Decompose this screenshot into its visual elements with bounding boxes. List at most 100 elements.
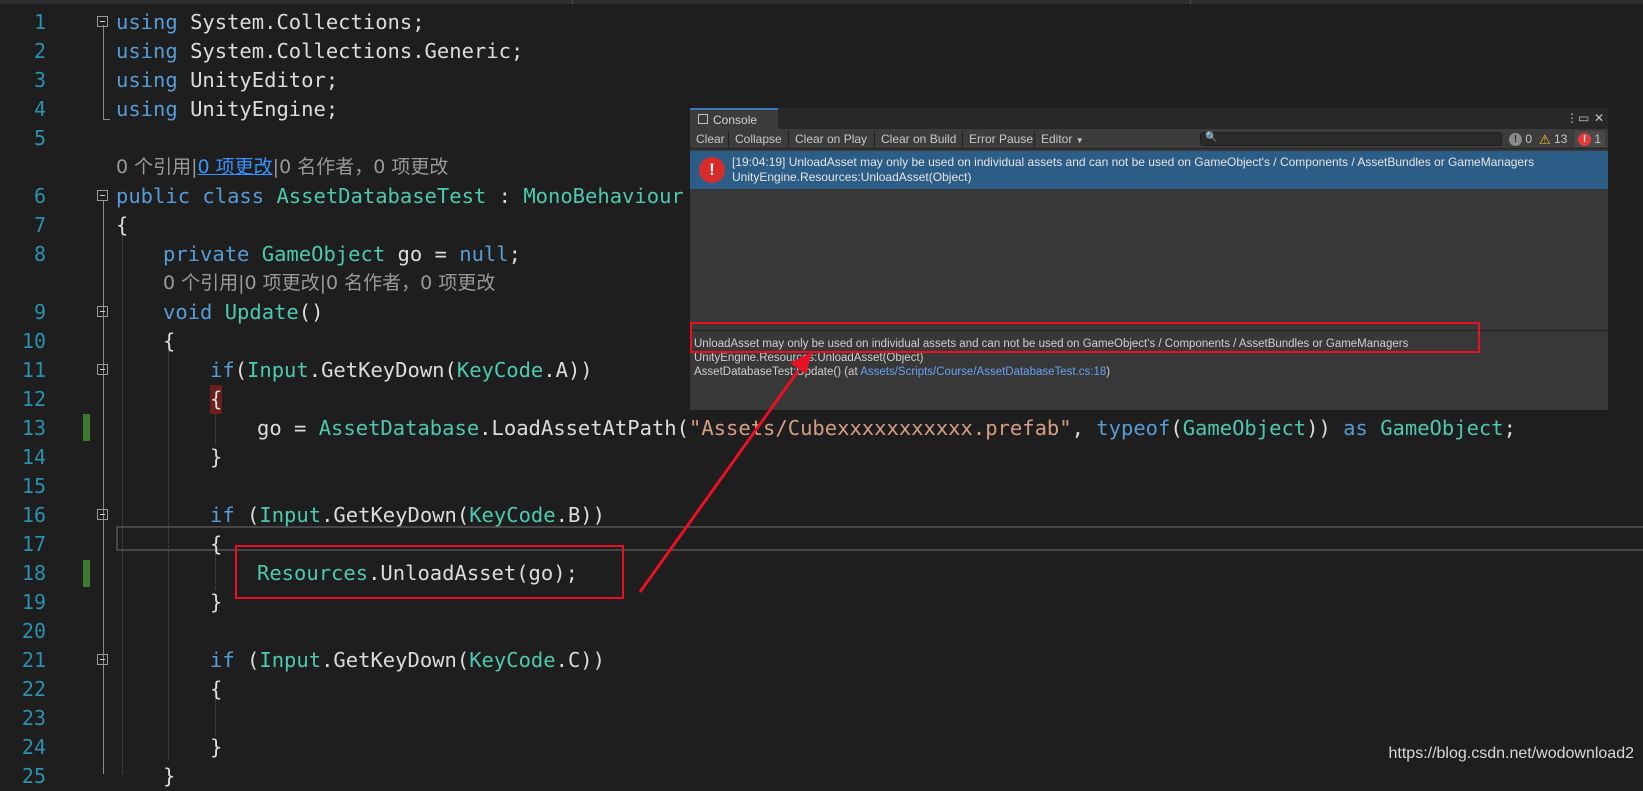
code-line: 23 (0, 704, 1643, 733)
code-text: { (163, 329, 176, 353)
maximize-icon[interactable]: ▭ (1578, 111, 1589, 125)
toolbar-separator (962, 131, 963, 147)
line-number: 20 (21, 619, 46, 643)
type-name: KeyCode (469, 503, 556, 527)
line-number: 9 (33, 300, 46, 324)
tab-console[interactable]: Console (690, 108, 778, 129)
warning-count: 13 (1554, 132, 1568, 146)
collapse-button[interactable]: Collapse (735, 132, 782, 146)
info-count-toggle[interactable]: ! 0 (1509, 131, 1532, 147)
comma: , (1071, 416, 1097, 440)
fold-collapse-icon[interactable] (97, 16, 108, 27)
paren: ( (1170, 416, 1183, 440)
warning-count-toggle[interactable]: ⚠ 13 (1539, 131, 1567, 147)
keyword: as (1343, 416, 1368, 440)
codelens-text[interactable]: 0 个引用|0 项更改|0 名作者，0 项更改 (163, 269, 495, 298)
base-class: MonoBehaviour (523, 184, 684, 208)
tab-label: Console (713, 113, 758, 127)
fold-collapse-icon[interactable] (97, 654, 108, 665)
code-line: 3 using UnityEditor; (0, 66, 1643, 95)
code-text: using UnityEditor; (116, 66, 338, 95)
code-line: 20 (0, 617, 1643, 646)
line-number: 22 (21, 677, 46, 701)
fold-collapse-icon[interactable] (97, 306, 108, 317)
close-icon[interactable]: ✕ (1594, 111, 1604, 125)
keyword: null (459, 242, 509, 266)
line-number: 4 (33, 97, 46, 121)
dropdown-arrow-icon: ▼ (1075, 136, 1084, 145)
code-text: } (210, 445, 223, 469)
source-file-link[interactable]: Assets/Scripts/Course/AssetDatabaseTest.… (860, 366, 1106, 378)
code-line: 1 using System.Collections; (0, 8, 1643, 37)
code-line: 16 if (Input.GetKeyDown(KeyCode.B)) (0, 501, 1643, 530)
method-call: .GetKeyDown( (321, 648, 470, 672)
codelens-references[interactable]: 0 个引用| (116, 156, 198, 178)
fold-collapse-icon[interactable] (97, 364, 108, 375)
paren: )) (1306, 416, 1344, 440)
toolbar-separator (728, 131, 729, 147)
line-number: 10 (21, 329, 46, 353)
line-number: 1 (33, 10, 46, 34)
code-line: 2 using System.Collections.Generic; (0, 37, 1643, 66)
string-literal: "Assets/Cubexxxxxxxxxxx.prefab" (689, 416, 1072, 440)
parens: () (298, 300, 324, 324)
line-number: 21 (21, 648, 46, 672)
codelens-changes-link[interactable]: 0 项更改 (198, 156, 273, 178)
keyword: using (116, 10, 178, 34)
namespace: UnityEditor; (190, 68, 339, 92)
argument: .B)) (555, 503, 605, 527)
code-text: } (210, 590, 223, 614)
console-log-list[interactable]: ! [19:04:19] UnloadAsset may only be use… (690, 149, 1608, 329)
code-text: if (Input.GetKeyDown(KeyCode.B)) (210, 501, 605, 530)
semicolon: ; (508, 242, 521, 266)
log-entry-selected[interactable]: ! [19:04:19] UnloadAsset may only be use… (690, 151, 1608, 189)
code-text: void Update() (163, 298, 323, 327)
line-number: 11 (21, 358, 46, 382)
fold-collapse-icon[interactable] (97, 509, 108, 520)
console-search-input[interactable]: 🔍 (1200, 132, 1502, 146)
paren: ( (234, 648, 260, 672)
code-line: 13 go = AssetDatabase.LoadAssetAtPath("A… (0, 414, 1643, 443)
error-count-toggle[interactable]: ! 1 (1575, 131, 1606, 147)
code-line: 25 } (0, 762, 1643, 791)
more-options-icon[interactable]: ⋮ (1566, 111, 1578, 125)
info-count: 0 (1525, 132, 1533, 146)
namespace: System.Collections; (190, 10, 425, 34)
editor-dropdown-label: Editor (1041, 132, 1073, 146)
code-text: go = AssetDatabase.LoadAssetAtPath("Asse… (257, 414, 1516, 443)
keyword: public class (116, 184, 265, 208)
fold-collapse-icon[interactable] (97, 190, 108, 201)
codelens-text: 0 个引用|0 项更改|0 名作者，0 项更改 (116, 153, 448, 182)
code-text: } (163, 764, 176, 788)
clear-on-build-button[interactable]: Clear on Build (881, 132, 956, 146)
line-number: 3 (33, 68, 46, 92)
codelens-authors[interactable]: |0 名作者，0 项更改 (273, 156, 449, 178)
line-number: 13 (21, 416, 46, 440)
editor-dropdown[interactable]: Editor ▼ (1041, 132, 1084, 148)
keyword: if (210, 503, 235, 527)
clear-on-play-button[interactable]: Clear on Play (795, 132, 867, 146)
type-name: KeyCode (469, 648, 556, 672)
detail-stack-line: UnityEngine.Resources:UnloadAsset(Object… (694, 352, 924, 364)
detail-stack-text: ) (1106, 366, 1111, 378)
keyword: private (163, 242, 250, 266)
error-pause-button[interactable]: Error Pause (969, 132, 1033, 146)
code-text: using System.Collections; (116, 8, 425, 37)
method-call: .GetKeyDown( (321, 503, 470, 527)
code-text: private GameObject go = null; (163, 240, 521, 269)
console-toolbar: Clear Collapse Clear on Play Clear on Bu… (690, 129, 1608, 149)
toolbar-separator (788, 131, 789, 147)
keyword: using (116, 68, 178, 92)
line-number: 17 (21, 532, 46, 556)
error-icon: ! (1578, 133, 1591, 147)
type-name: GameObject (1380, 416, 1504, 440)
line-number: 8 (33, 242, 46, 266)
paren: ( (234, 358, 248, 382)
code-text: if (Input.GetKeyDown(KeyCode.C)) (210, 646, 605, 675)
namespace: UnityEngine; (190, 97, 339, 121)
line-number: 15 (21, 474, 46, 498)
semicolon: ; (1503, 416, 1516, 440)
code-text: { (116, 213, 129, 237)
clear-button[interactable]: Clear (696, 132, 725, 146)
code-text: { (210, 532, 223, 556)
